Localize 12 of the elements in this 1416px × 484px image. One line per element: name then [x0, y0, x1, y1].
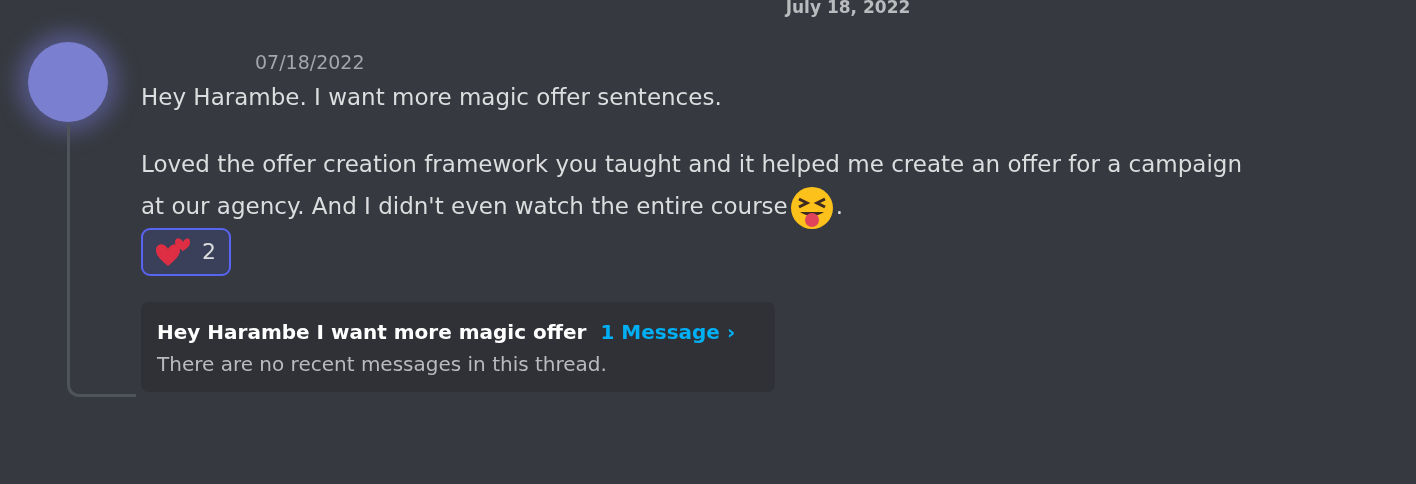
thread-card[interactable]: Hey Harambe I want more magic offer 1 Message › There are no recent messages in this thread.	[141, 301, 775, 392]
reaction-button[interactable]: 2	[141, 227, 231, 276]
avatar[interactable]	[28, 42, 108, 122]
date-divider: July 18, 2022	[785, 0, 911, 17]
message-text: Loved the offer creation framework you taught and it helped me create an offer for a campaign at our agency. And I didn't even watch the entire course .	[141, 143, 1251, 230]
thread-message-link[interactable]: 1 Message ›	[600, 319, 736, 344]
squinting-tongue-emoji-icon	[789, 185, 834, 230]
thread-title: Hey Harambe I want more magic offer	[157, 319, 587, 344]
message-timestamp: 07/18/2022	[255, 50, 365, 75]
thread-preview: There are no recent messages in this thread.	[157, 351, 608, 376]
two-hearts-icon	[156, 236, 190, 267]
message-text: Hey Harambe. I want more magic offer sentences.	[141, 83, 723, 112]
